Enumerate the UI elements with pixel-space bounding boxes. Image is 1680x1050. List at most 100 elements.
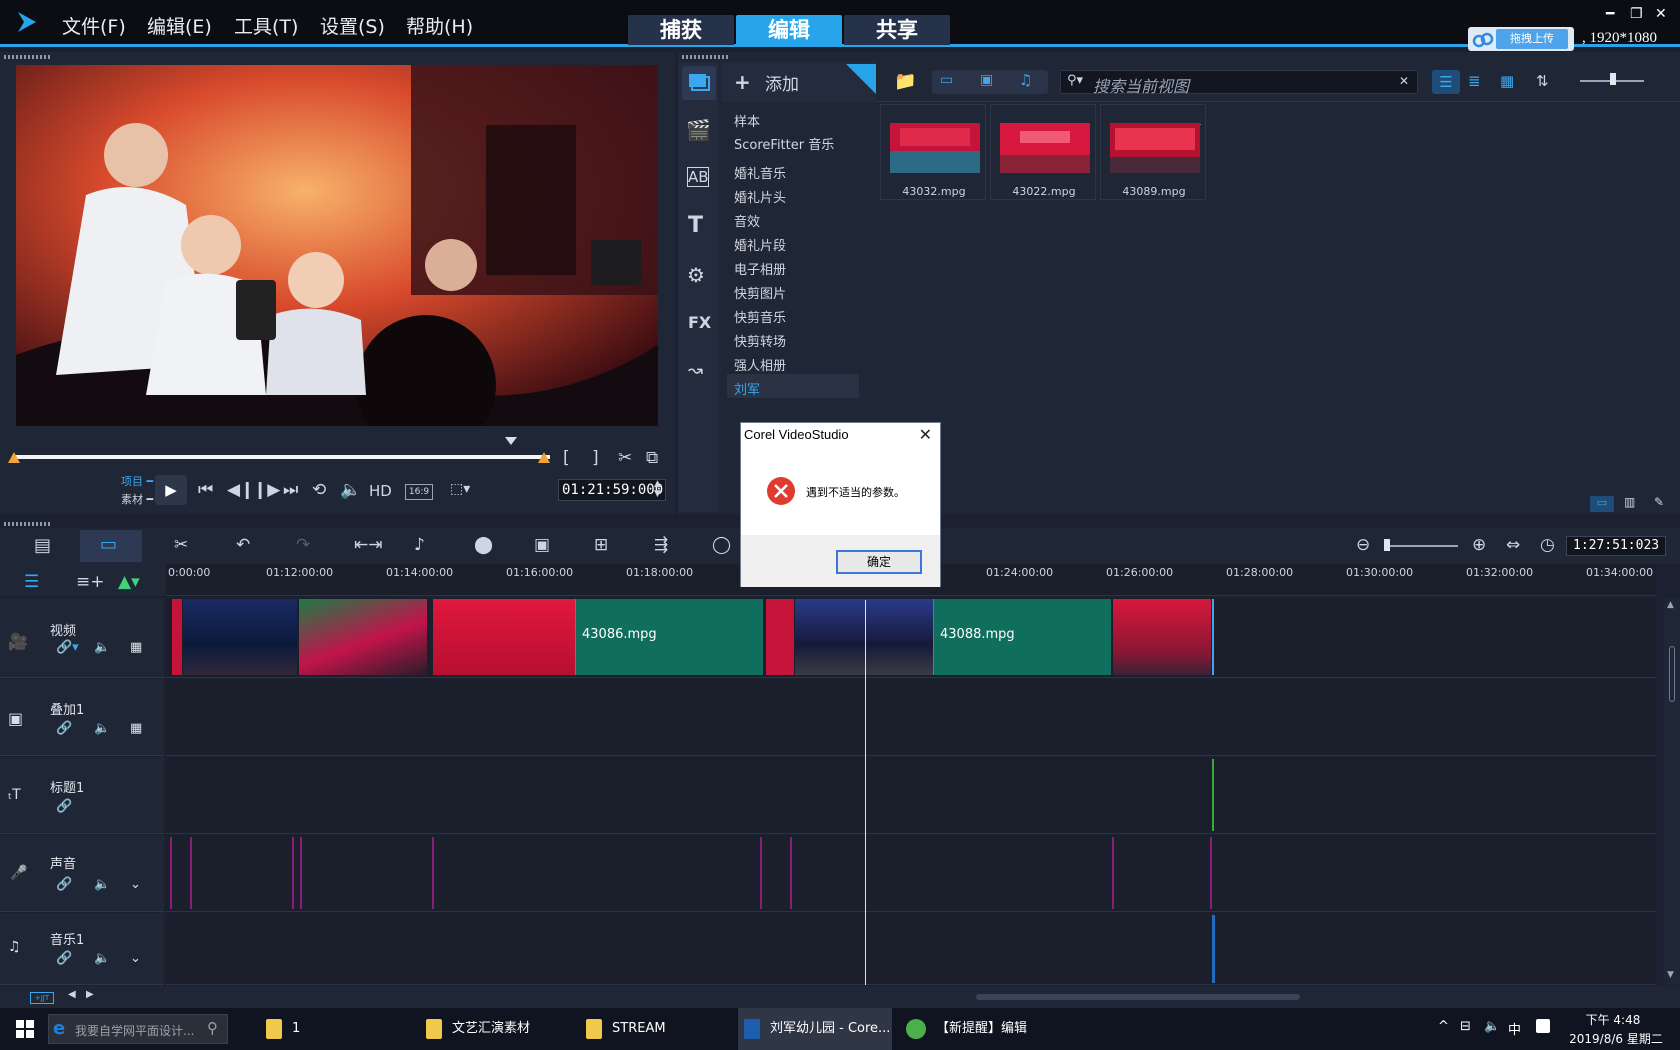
menu-settings[interactable]: 设置(S)	[320, 12, 385, 39]
video-preview[interactable]	[16, 65, 658, 426]
scroll-down-icon[interactable]: ▼	[1667, 970, 1674, 980]
library-view-mode-2-icon[interactable]: ▥	[1624, 495, 1635, 509]
tab-capture[interactable]: 捕获	[628, 15, 734, 45]
taskbar-search[interactable]: e 我要自学网平面设计... ⚲	[48, 1014, 228, 1044]
chapter-icon[interactable]: ▲▾	[118, 572, 140, 592]
speaker-icon[interactable]: 🔈	[1484, 1019, 1500, 1034]
go-start-icon[interactable]: ⏮	[198, 480, 213, 500]
taskbar-item-folder-3[interactable]: STREAM	[586, 1008, 736, 1050]
tray-expand-icon[interactable]: ^	[1438, 1019, 1449, 1034]
link-icon[interactable]: 🔗▾	[56, 640, 79, 655]
trim-end-icon[interactable]	[538, 452, 550, 463]
library-folder-8[interactable]: 快剪图片	[734, 283, 786, 302]
vscroll-thumb[interactable]	[1669, 646, 1675, 702]
tab-edit[interactable]: 编辑	[736, 15, 842, 45]
zoom-handle[interactable]	[1384, 539, 1390, 551]
video-clip-43086[interactable]: 43086.mpg	[575, 599, 763, 675]
mute-icon[interactable]: 🔈	[94, 721, 110, 736]
taskbar-item-videostudio[interactable]: 刘军幼儿园 - Core...	[738, 1008, 892, 1050]
path-icon[interactable]: ↝	[688, 360, 703, 381]
hd-toggle[interactable]: HD	[369, 482, 392, 500]
scroll-up-icon[interactable]: ▲	[1667, 600, 1674, 610]
multi-camera-icon[interactable]: ⊞	[594, 535, 608, 555]
clock-time[interactable]: 下午 4:48	[1568, 1011, 1658, 1028]
sort-icon[interactable]: ⇅	[1536, 72, 1549, 90]
search-input[interactable]: 搜索当前视图	[1093, 73, 1189, 97]
network-icon[interactable]: ⊟	[1460, 1019, 1471, 1034]
insert-button[interactable]: +JJT	[30, 992, 54, 1004]
search-box[interactable]: ⚲▾ 搜索当前视图 ✕	[1060, 70, 1418, 97]
mark-out-icon[interactable]: ]	[592, 448, 599, 468]
timecode-field[interactable]: 01:21:59:000	[558, 479, 666, 501]
view-list-icon[interactable]: ≣	[1468, 72, 1481, 90]
menu-edit[interactable]: 编辑(E)	[147, 12, 212, 39]
library-folder-9[interactable]: 快剪音乐	[734, 307, 786, 326]
timeline-grip[interactable]	[4, 522, 50, 526]
show-video-icon[interactable]: ▭	[940, 72, 953, 88]
library-grip[interactable]	[682, 55, 728, 59]
thumbnail-size-handle[interactable]	[1610, 73, 1616, 85]
link-icon[interactable]: 🔗	[56, 877, 72, 892]
motion-tracking-icon[interactable]: ⬤	[474, 535, 493, 555]
storyboard-view-icon[interactable]: ▤	[34, 535, 51, 556]
taskbar-item-folder-2[interactable]: 文艺汇演素材	[426, 1008, 576, 1050]
menu-file[interactable]: 文件(F)	[62, 12, 126, 39]
library-folder-7[interactable]: 电子相册	[734, 259, 786, 278]
instant-project-icon[interactable]: 🎬	[686, 118, 711, 142]
library-folder-4[interactable]: 婚礼片头	[734, 187, 786, 206]
close-icon[interactable]: ✕	[1655, 6, 1667, 22]
video-clip[interactable]	[795, 599, 933, 675]
library-folder-6[interactable]: 婚礼片段	[734, 235, 786, 254]
repeat-icon[interactable]: ⟲	[312, 480, 326, 500]
prev-frame-icon[interactable]: ◀❙	[227, 480, 254, 500]
graphics-icon[interactable]: ⚙	[687, 263, 705, 287]
timecode-spinner-icon[interactable]: ▲ ▼	[654, 479, 661, 499]
overlay-track[interactable]	[166, 679, 1656, 756]
ime-indicator[interactable]: 中	[1508, 1019, 1521, 1038]
mask-creator-icon[interactable]: ◯	[712, 535, 731, 555]
title-track[interactable]	[166, 757, 1656, 834]
voice-track[interactable]	[166, 835, 1656, 912]
ripple-icon[interactable]: ▦	[130, 721, 142, 736]
add-folder-button[interactable]: 添加	[765, 70, 799, 95]
search-clear-icon[interactable]: ✕	[1399, 74, 1409, 88]
library-folder-10[interactable]: 快剪转场	[734, 331, 786, 350]
scroll-right-icon[interactable]: ▶	[86, 989, 94, 1000]
library-folder-12[interactable]: 刘军	[734, 379, 760, 398]
music-track[interactable]	[166, 913, 1656, 985]
view-grid-icon[interactable]: ▦	[1500, 72, 1514, 90]
hscroll-thumb[interactable]	[976, 994, 1300, 1000]
audio-mixer-icon[interactable]: ♪	[414, 535, 425, 555]
library-folder-11[interactable]: 强人相册	[734, 355, 786, 374]
taskbar-item-folder-1[interactable]: 1	[266, 1008, 416, 1050]
minimize-icon[interactable]: ━	[1606, 6, 1614, 22]
redo-icon[interactable]: ↷	[296, 535, 310, 555]
media-thumbnail-3[interactable]: 🎞🎞 ✔ 43089.mpg	[1100, 104, 1206, 200]
time-remapping-icon[interactable]: ⇶	[654, 535, 668, 555]
fit-timeline-icon[interactable]: ⇔	[1506, 535, 1520, 555]
library-folder-2[interactable]: ScoreFitter 音乐	[734, 134, 834, 153]
trim-start-icon[interactable]	[8, 452, 20, 463]
video-track[interactable]: 43086.mpg 43088.mpg	[166, 598, 1656, 678]
transition-icon[interactable]: AB	[687, 167, 709, 187]
library-view-mode-1-icon[interactable]: ▭	[1590, 496, 1614, 512]
show-photo-icon[interactable]: ▣	[980, 72, 993, 88]
clip-mode-label[interactable]: 素材 ━	[121, 491, 153, 507]
library-folder-5[interactable]: 音效	[734, 211, 760, 230]
volume-icon[interactable]: 🔈	[340, 480, 361, 500]
project-mode-label[interactable]: 项目 ━	[121, 473, 153, 489]
scrub-bar[interactable]	[14, 455, 550, 459]
dialog-ok-button[interactable]: 确定	[836, 550, 922, 574]
zoom-in-icon[interactable]: ⊕	[1472, 535, 1486, 555]
go-end-icon[interactable]: ⏭	[283, 480, 298, 500]
playhead[interactable]	[865, 600, 866, 985]
video-clip[interactable]	[766, 599, 794, 675]
windows-start-icon[interactable]	[16, 1020, 34, 1038]
library-folder-1[interactable]: 样本	[734, 111, 760, 130]
title-icon[interactable]: T	[688, 213, 703, 238]
import-folder-icon[interactable]: 📁	[894, 71, 916, 92]
menu-tools[interactable]: 工具(T)	[234, 12, 298, 39]
media-thumbnail-2[interactable]: 🎞🎞 43022.mpg	[990, 104, 1096, 200]
menu-help[interactable]: 帮助(H)	[406, 12, 473, 39]
fit-project-icon[interactable]: ⇤⇥	[354, 535, 383, 555]
